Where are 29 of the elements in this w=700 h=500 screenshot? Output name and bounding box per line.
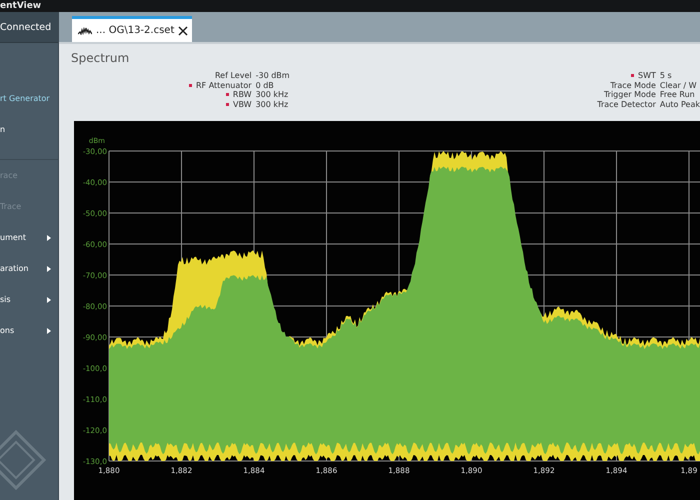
- spectrum-icon: [78, 26, 92, 34]
- setting-label: Ref Level: [214, 71, 252, 80]
- connection-status: Connected: [0, 22, 52, 32]
- setting-value: -30 dBm: [256, 71, 290, 80]
- document-tab[interactable]: ... OG\13-2.cset: [72, 16, 192, 42]
- sidebar-item[interactable]: n: [0, 114, 58, 145]
- close-icon[interactable]: [178, 26, 188, 36]
- setting-value: 0 dB: [256, 80, 274, 90]
- setting-label: RF Attenuator: [196, 80, 252, 90]
- setting-label: Trace Detector: [597, 100, 656, 109]
- setting-label: VBW: [233, 100, 252, 109]
- panel-title: Spectrum: [71, 51, 130, 65]
- setting-value: Free Run: [660, 90, 696, 100]
- setting-value: 300 kHz: [256, 100, 290, 109]
- setting-label: Trace Mode: [610, 80, 656, 90]
- setting-label: RBW: [232, 90, 252, 100]
- sidebar-item[interactable]: aration: [0, 253, 58, 284]
- sidebar-item[interactable]: ons: [0, 315, 58, 346]
- diamond-logo-icon: [0, 430, 46, 490]
- setting-value: Clear / W: [660, 80, 698, 90]
- setting-label: Trigger Mode: [604, 90, 656, 100]
- setting-label: SWT: [638, 71, 656, 80]
- setting-value: 300 kHz: [256, 90, 290, 100]
- sidebar-item[interactable]: sis: [0, 284, 58, 315]
- sidebar-item[interactable]: rt Generator: [0, 83, 58, 114]
- setting-value: Auto Peak: [660, 100, 700, 109]
- window-title: entView: [0, 1, 42, 11]
- sidebar-item[interactable]: ument: [0, 222, 58, 253]
- setting-value: 5 s: [660, 71, 673, 80]
